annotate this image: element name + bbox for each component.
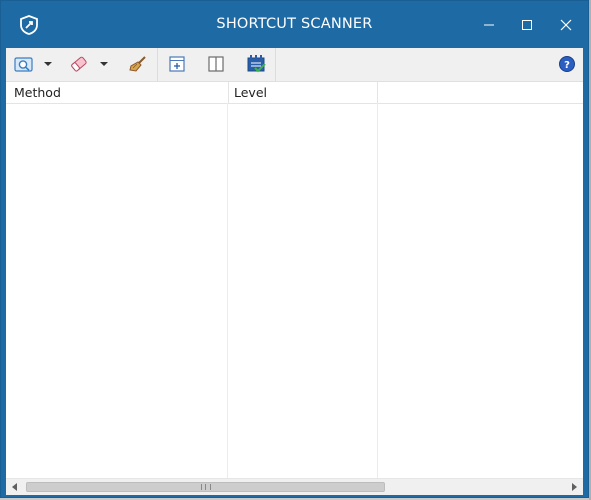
column-divider	[377, 103, 378, 478]
scrollbar-thumb[interactable]	[26, 482, 385, 492]
clean-button[interactable]	[128, 53, 148, 75]
title-bar[interactable]: SHORTCUT SCANNER	[1, 1, 588, 48]
help-button[interactable]: ?	[557, 53, 577, 75]
minimize-button[interactable]	[470, 9, 508, 41]
client-area: ? Method Level	[6, 48, 583, 495]
select-all-button[interactable]	[246, 53, 266, 75]
scroll-left-arrow-icon[interactable]	[12, 483, 17, 491]
close-icon	[560, 19, 572, 31]
close-button[interactable]	[547, 9, 585, 41]
scan-dropdown-arrow[interactable]	[44, 62, 52, 66]
help-icon: ?	[559, 56, 575, 72]
table-header: Method Level	[6, 82, 583, 104]
columns-icon	[208, 56, 224, 72]
column-header-empty[interactable]	[377, 82, 583, 103]
column-header-method[interactable]: Method	[11, 82, 227, 103]
eraser-dropdown-arrow[interactable]	[100, 62, 108, 66]
column-header-level[interactable]: Level	[228, 82, 378, 103]
toolbar-separator	[275, 48, 276, 81]
eraser-button[interactable]	[69, 53, 89, 75]
horizontal-scrollbar[interactable]	[6, 478, 583, 495]
broom-icon	[129, 56, 146, 72]
eraser-icon	[71, 56, 87, 72]
results-table[interactable]: Method Level	[6, 82, 583, 478]
scroll-right-arrow-icon[interactable]	[572, 483, 577, 491]
column-divider	[227, 103, 228, 478]
minimize-icon	[484, 24, 494, 26]
scan-button[interactable]	[14, 53, 34, 75]
maximize-icon	[522, 20, 532, 30]
columns-button[interactable]	[206, 53, 226, 75]
toolbar: ?	[6, 48, 583, 82]
expand-all-icon	[169, 56, 185, 72]
expand-all-button[interactable]	[167, 53, 187, 75]
toolbar-separator	[157, 48, 158, 81]
svg-text:?: ?	[564, 60, 570, 71]
scan-icon	[14, 57, 33, 72]
checklist-icon	[247, 55, 266, 73]
grip-icon	[201, 484, 211, 490]
maximize-button[interactable]	[508, 9, 546, 41]
app-window: SHORTCUT SCANNER ? Method Level	[0, 0, 589, 498]
